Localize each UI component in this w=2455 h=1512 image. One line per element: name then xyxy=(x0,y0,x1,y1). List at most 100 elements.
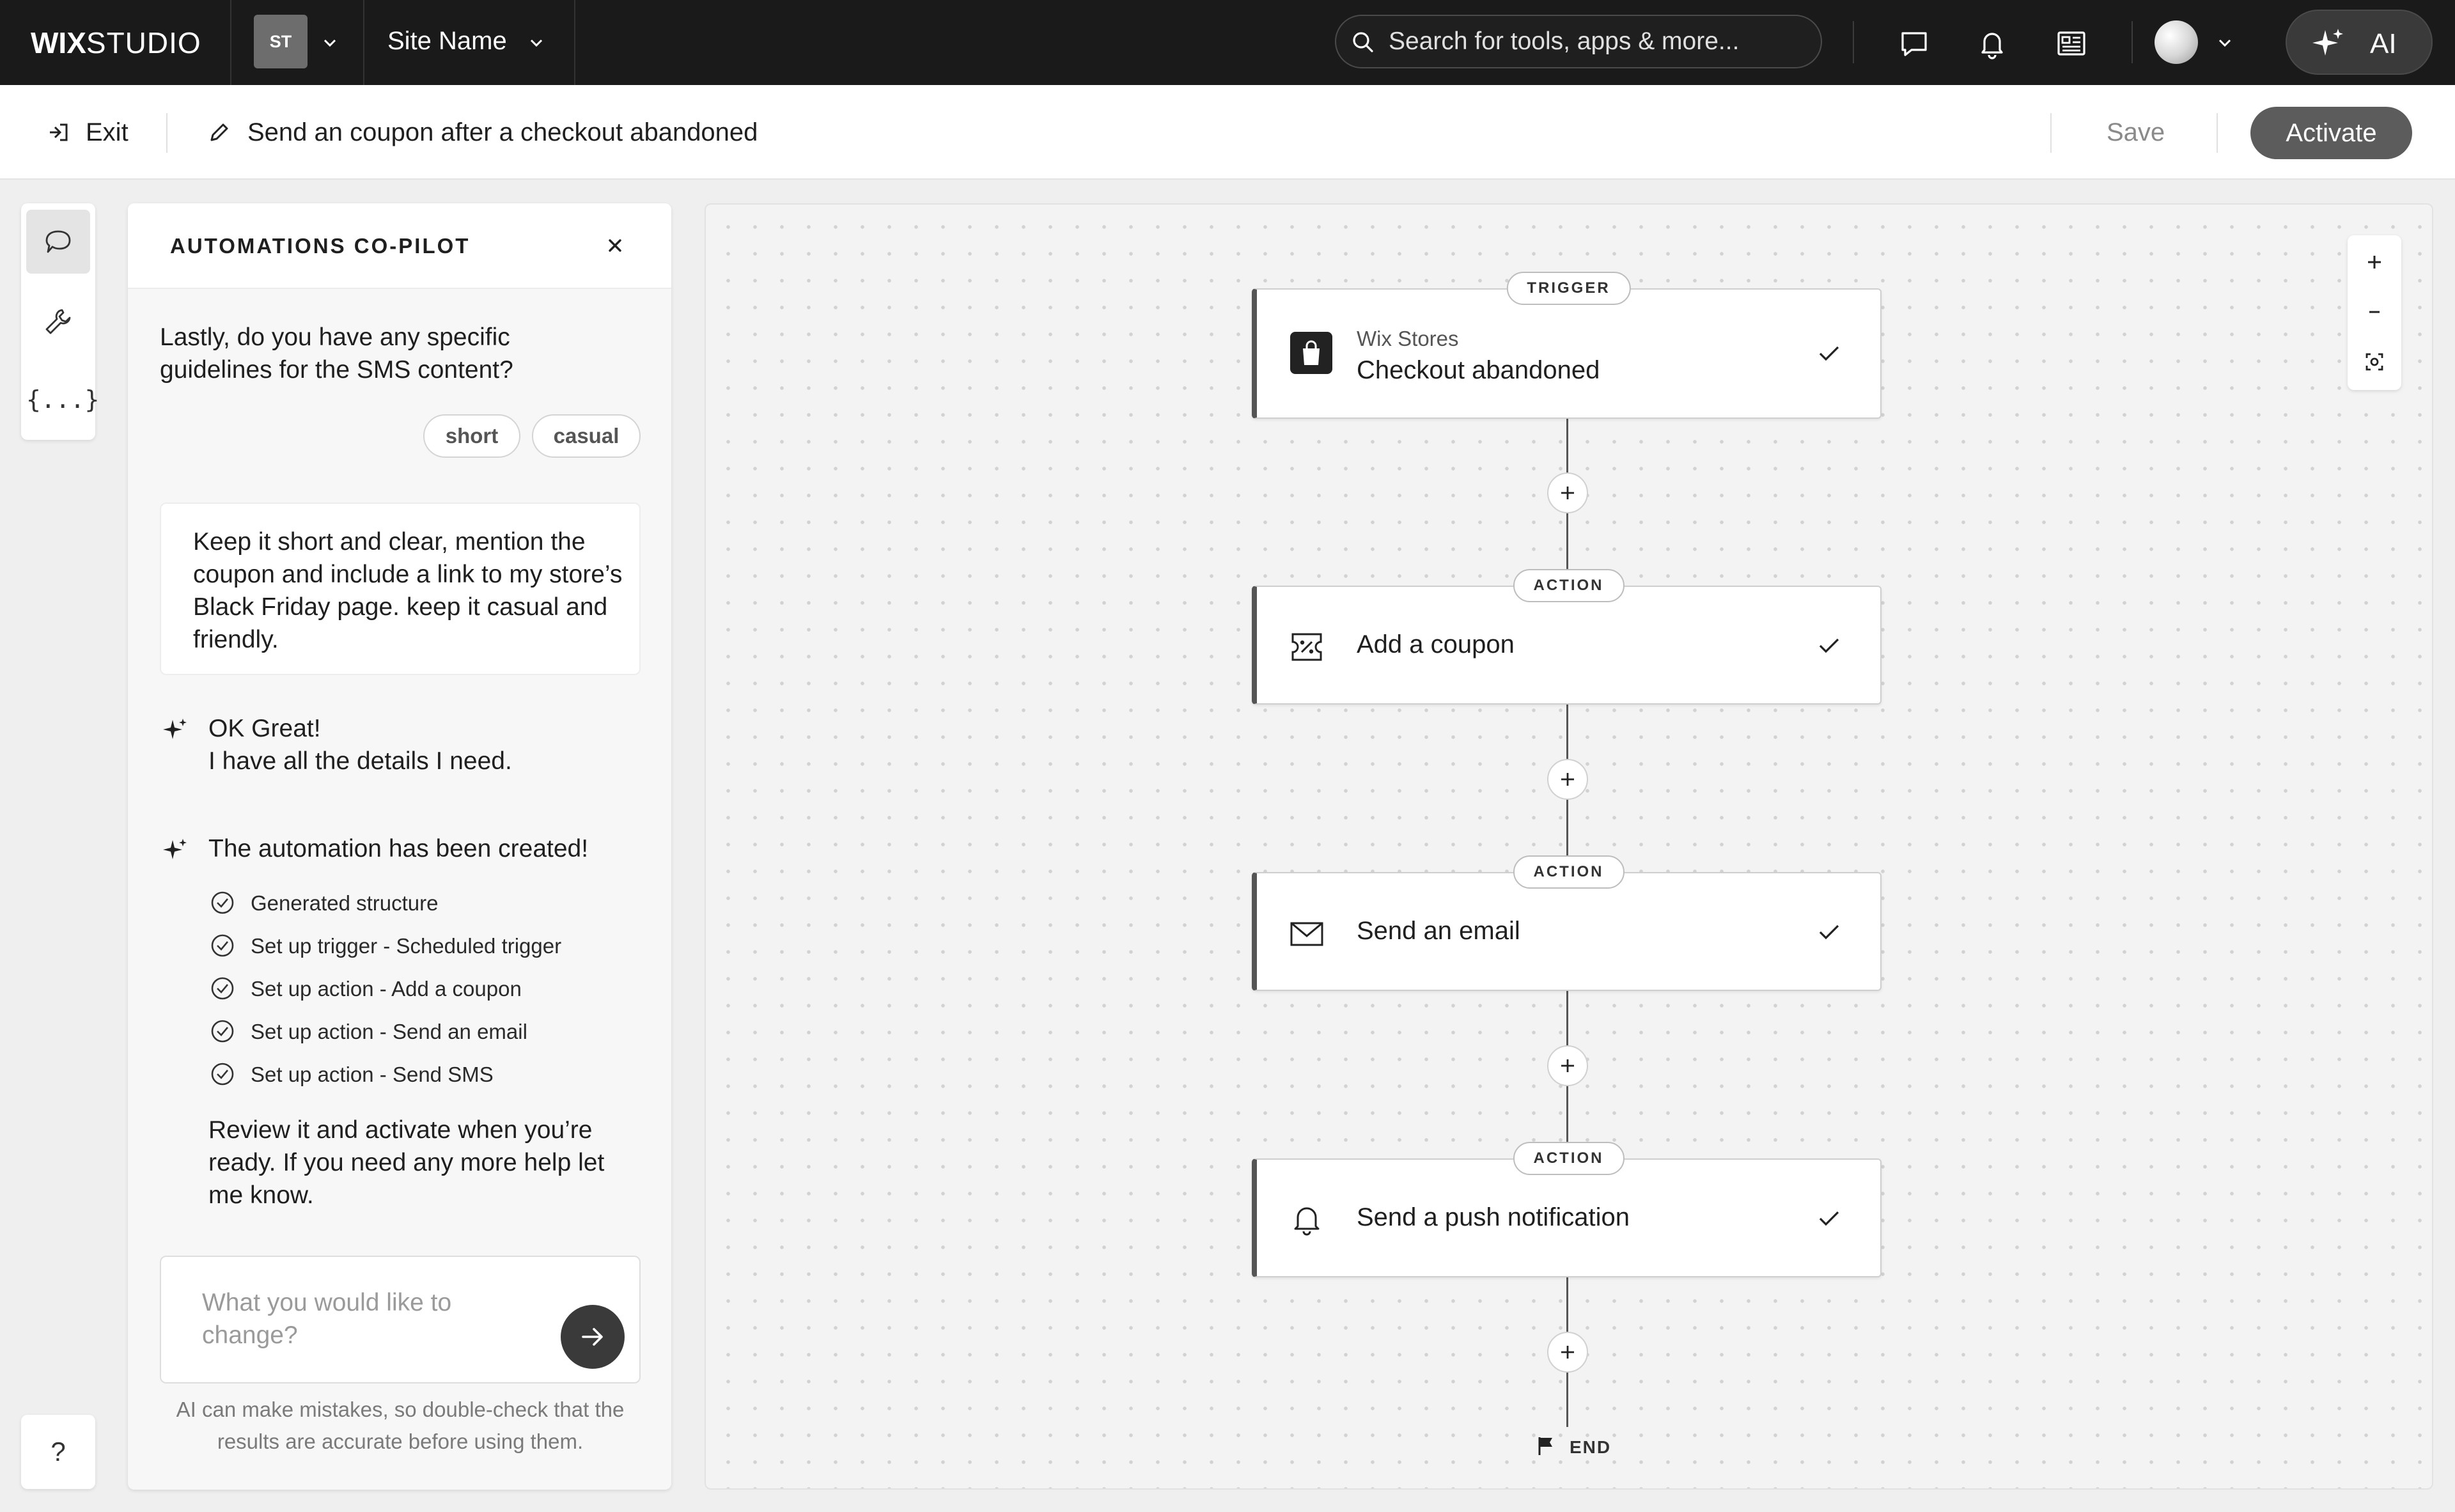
step-label: Set up action - Send SMS xyxy=(251,1063,494,1086)
add-step-button[interactable] xyxy=(1547,1332,1588,1373)
check-icon xyxy=(1819,924,1839,940)
search-box[interactable] xyxy=(1335,15,1822,68)
chat-bubble-icon xyxy=(45,230,71,253)
ai-reply: OK Great! I have all the details I need. xyxy=(208,712,512,777)
plus-icon xyxy=(1561,1346,1574,1359)
suggestion-chip-short[interactable]: short xyxy=(423,414,520,458)
copilot-header: AUTOMATIONS CO-PILOT xyxy=(128,203,671,289)
check-icon xyxy=(1819,1211,1839,1226)
trigger-node[interactable]: TRIGGER Wix Stores Checkout abandoned xyxy=(1252,272,1882,419)
flag-icon xyxy=(1538,1437,1552,1455)
copilot-title: AUTOMATIONS CO-PILOT xyxy=(170,234,471,258)
action-node-push-notification[interactable]: ACTION Send a push notification xyxy=(1252,1142,1882,1277)
exit-label: Exit xyxy=(86,118,129,146)
focus-icon xyxy=(2365,353,2383,371)
check-circle-icon xyxy=(211,934,234,957)
arrow-right-icon xyxy=(582,1328,603,1346)
logo-bold-text: WIX xyxy=(31,26,86,59)
coupon-icon xyxy=(1291,633,1322,661)
news-icon[interactable] xyxy=(2054,26,2089,61)
add-step-button[interactable] xyxy=(1547,759,1588,800)
chevron-down-icon xyxy=(323,39,336,47)
chevron-down-icon[interactable] xyxy=(2216,34,2234,52)
site-name-label: Site Name xyxy=(387,27,507,55)
suggestion-chip-casual[interactable]: casual xyxy=(532,414,641,458)
trigger-tag: TRIGGER xyxy=(1506,272,1631,305)
tool-settings[interactable] xyxy=(26,290,90,354)
end-label: END xyxy=(1570,1437,1612,1457)
site-name-dropdown[interactable]: Site Name xyxy=(364,0,575,85)
send-button[interactable] xyxy=(561,1305,625,1369)
check-circle-icon xyxy=(211,1063,234,1086)
fit-to-screen-button[interactable] xyxy=(2348,338,2401,386)
step-label: Set up action - Send an email xyxy=(251,1020,527,1043)
wix-studio-logo[interactable]: WIXSTUDIO xyxy=(31,26,201,60)
copilot-panel: AUTOMATIONS CO-PILOT Lastly, do you have… xyxy=(128,203,671,1490)
action-tag: ACTION xyxy=(1513,855,1625,889)
divider xyxy=(2050,113,2052,153)
action-node-coupon[interactable]: ACTION Add a coupon xyxy=(1252,569,1882,705)
ai-disclaimer: AI can make mistakes, so double-check th… xyxy=(176,1398,625,1453)
check-icon xyxy=(1819,638,1839,653)
zoom-controls xyxy=(2348,235,2401,390)
sparkle-icon xyxy=(2312,29,2343,56)
bell-icon[interactable] xyxy=(1974,26,2010,61)
user-message: Keep it short and clear, mention the cou… xyxy=(160,503,641,675)
add-step-button[interactable] xyxy=(1547,1045,1588,1086)
site-initials-badge: ST xyxy=(254,15,308,68)
shopping-bag-icon xyxy=(1290,332,1332,374)
tool-strip: {...} xyxy=(21,203,100,440)
plus-icon xyxy=(2368,256,2381,269)
divider xyxy=(2217,113,2218,153)
trigger-app: Wix Stores xyxy=(1357,327,1459,350)
site-switcher[interactable]: ST xyxy=(230,0,364,85)
ai-button[interactable]: AI xyxy=(2286,10,2433,75)
chat-icon[interactable] xyxy=(1896,26,1932,61)
check-circle-icon xyxy=(211,1020,234,1043)
step-label: Set up trigger - Scheduled trigger xyxy=(251,934,562,958)
chevron-down-icon xyxy=(530,39,543,47)
save-button[interactable]: Save xyxy=(2107,118,2165,147)
sparkle-icon xyxy=(163,719,187,739)
zoom-in-button[interactable] xyxy=(2348,238,2401,286)
search-input[interactable] xyxy=(1389,25,1804,58)
zoom-out-button[interactable] xyxy=(2348,288,2401,336)
action-tag: ACTION xyxy=(1513,1142,1625,1175)
ai-question-line: guidelines for the SMS content? xyxy=(160,356,513,384)
check-circle-icon xyxy=(211,977,234,1000)
braces-icon: {...} xyxy=(26,386,100,414)
divider xyxy=(166,113,168,153)
plus-icon xyxy=(1561,773,1574,786)
step-label: Generated structure xyxy=(251,891,439,915)
activate-button[interactable]: Activate xyxy=(2250,107,2412,159)
user-avatar[interactable] xyxy=(2155,20,2198,64)
tool-copilot[interactable] xyxy=(26,210,90,274)
help-button[interactable]: ? xyxy=(21,1415,95,1489)
add-step-button[interactable] xyxy=(1547,472,1588,513)
close-icon[interactable] xyxy=(602,233,628,258)
top-bar: WIXSTUDIO ST Site Name AI xyxy=(0,0,2455,85)
divider xyxy=(2132,21,2133,63)
bell-icon xyxy=(1294,1207,1320,1236)
message-input[interactable] xyxy=(202,1286,522,1357)
exit-icon xyxy=(50,123,68,141)
automation-title-text: Send an coupon after a checkout abandone… xyxy=(247,118,758,146)
plus-icon xyxy=(1561,487,1574,499)
action-tag: ACTION xyxy=(1513,569,1625,602)
ai-label: AI xyxy=(2370,28,2397,59)
created-title: The automation has been created! xyxy=(208,835,589,862)
envelope-icon xyxy=(1290,922,1323,946)
minus-icon xyxy=(2369,311,2380,313)
review-text: Review it and activate when you’re ready… xyxy=(208,1116,605,1209)
ai-question: Lastly, do you have any specific guideli… xyxy=(160,321,513,386)
logo-light-text: STUDIO xyxy=(86,26,201,59)
action-title: Add a coupon xyxy=(1357,630,1515,659)
action-node-email[interactable]: ACTION Send an email xyxy=(1252,855,1882,991)
check-circle-icon xyxy=(211,891,234,914)
tool-variables[interactable]: {...} xyxy=(26,366,100,430)
message-composer xyxy=(160,1256,641,1383)
search-icon xyxy=(1353,32,1373,52)
ai-reply-line: OK Great! xyxy=(208,715,321,742)
pencil-icon xyxy=(210,123,228,141)
check-icon xyxy=(1819,346,1839,361)
